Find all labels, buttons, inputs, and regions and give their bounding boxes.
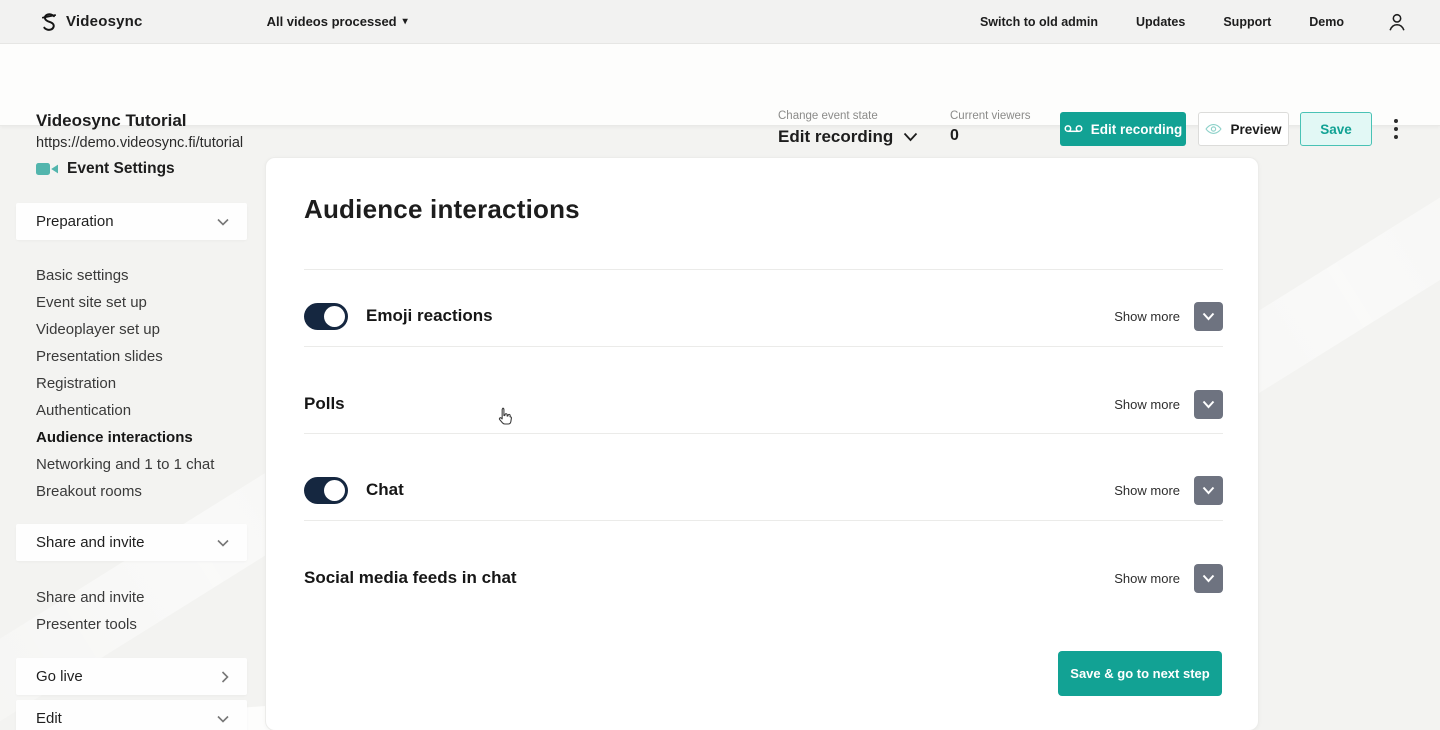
chevron-down-icon [1202,486,1215,495]
chevron-down-icon [1202,312,1215,321]
event-settings-heading: Event Settings [36,160,175,178]
sidebar-item-event-site-set-up[interactable]: Event site set up [36,289,214,316]
divider [304,520,1223,521]
section-edit-label: Edit [36,710,62,727]
setting-row-chat: Chat Show more [304,462,1223,518]
all-videos-processed-dropdown[interactable]: All videos processed ▾ [267,14,408,29]
chat-toggle-on[interactable] [304,477,348,504]
change-event-state-label: Change event state [778,110,878,122]
event-settings-heading-label: Event Settings [67,160,175,178]
preparation-items: Basic settings Event site set up Videopl… [36,262,214,505]
videos-dropdown-label: All videos processed [267,14,397,29]
sidebar-item-breakout-rooms[interactable]: Breakout rooms [36,478,214,505]
show-more-link[interactable]: Show more [1114,571,1180,586]
save-and-next-step-label: Save & go to next step [1070,666,1209,681]
videosync-admin-page: Videosync All videos processed ▾ Switch … [0,0,1440,730]
sidebar-item-registration[interactable]: Registration [36,370,214,397]
video-camera-icon [36,162,58,176]
edit-recording-button[interactable]: Edit recording [1060,112,1186,146]
top-navigation-bar: Videosync All videos processed ▾ Switch … [0,0,1440,44]
sidebar-item-basic-settings[interactable]: Basic settings [36,262,214,289]
sidebar-item-audience-interactions[interactable]: Audience interactions [36,424,214,451]
preview-button-label: Preview [1230,122,1281,137]
expand-chevron-button[interactable] [1194,390,1223,419]
save-button[interactable]: Save [1300,112,1372,146]
sidebar-item-videoplayer-set-up[interactable]: Videoplayer set up [36,316,214,343]
show-more-link[interactable]: Show more [1114,309,1180,324]
page-title: Audience interactions [304,194,580,225]
section-go-live-label: Go live [36,668,83,685]
sidebar-section-edit[interactable]: Edit [16,700,247,730]
setting-row-social-media-feeds: Social media feeds in chat Show more [304,550,1223,606]
link-demo[interactable]: Demo [1309,15,1344,29]
eye-icon [1205,123,1222,135]
sidebar-section-go-live[interactable]: Go live [16,658,247,695]
expand-chevron-button[interactable] [1194,302,1223,331]
sidebar-item-share-and-invite[interactable]: Share and invite [36,584,144,611]
sidebar-item-presenter-tools[interactable]: Presenter tools [36,611,144,638]
section-share-label: Share and invite [36,534,144,551]
setting-row-emoji-reactions: Emoji reactions Show more [304,288,1223,344]
sidebar-item-networking-1to1-chat[interactable]: Networking and 1 to 1 chat [36,451,214,478]
sidebar-section-share-and-invite[interactable]: Share and invite [16,524,247,561]
preview-button[interactable]: Preview [1198,112,1289,146]
brand-name: Videosync [66,13,143,30]
settings-sidebar: Event Settings Preparation Basic setting… [0,126,250,730]
event-state-dropdown[interactable]: Edit recording [778,127,918,147]
row-label: Social media feeds in chat [304,568,517,588]
event-header: Videosync Tutorial https://demo.videosyn… [0,44,1440,126]
sidebar-item-presentation-slides[interactable]: Presentation slides [36,343,214,370]
overflow-kebab-menu[interactable] [1390,116,1402,142]
link-updates[interactable]: Updates [1136,15,1185,29]
show-more-link[interactable]: Show more [1114,483,1180,498]
section-preparation-label: Preparation [36,213,114,230]
link-switch-to-old-admin[interactable]: Switch to old admin [980,15,1098,29]
voicemail-icon [1064,123,1083,135]
chevron-down-icon [217,539,229,547]
chevron-down-icon [903,132,918,142]
brand-logo[interactable]: Videosync [40,11,143,33]
sidebar-section-preparation[interactable]: Preparation [16,203,247,240]
chevron-down-icon [217,715,229,723]
audience-interactions-panel: Audience interactions Emoji reactions Sh… [265,157,1259,730]
expand-chevron-button[interactable] [1194,564,1223,593]
event-state-value: Edit recording [778,127,893,147]
divider [304,433,1223,434]
chevron-right-icon [221,671,229,683]
row-label: Emoji reactions [366,306,493,326]
row-label: Chat [366,480,404,500]
topbar-links: Switch to old admin Updates Support Demo [980,11,1408,33]
caret-down-icon: ▾ [403,16,408,27]
row-label: Polls [304,394,345,414]
save-and-next-step-button[interactable]: Save & go to next step [1058,651,1222,696]
videosync-s-logo-icon [40,11,58,33]
hand-cursor-icon [495,405,515,434]
chevron-down-icon [1202,400,1215,409]
current-viewers-label: Current viewers [950,110,1031,122]
divider [304,269,1223,270]
event-title: Videosync Tutorial [36,111,187,131]
current-viewers-count: 0 [950,127,959,145]
expand-chevron-button[interactable] [1194,476,1223,505]
account-person-icon[interactable] [1386,11,1408,33]
share-items: Share and invite Presenter tools [36,584,144,638]
divider [304,346,1223,347]
sidebar-item-authentication[interactable]: Authentication [36,397,214,424]
setting-row-polls: Polls Show more [304,376,1223,432]
link-support[interactable]: Support [1223,15,1271,29]
chevron-down-icon [1202,574,1215,583]
chevron-down-icon [217,218,229,226]
emoji-reactions-toggle-on[interactable] [304,303,348,330]
save-button-label: Save [1320,122,1352,137]
edit-recording-button-label: Edit recording [1091,122,1183,137]
event-url[interactable]: https://demo.videosync.fi/tutorial [36,135,243,151]
show-more-link[interactable]: Show more [1114,397,1180,412]
